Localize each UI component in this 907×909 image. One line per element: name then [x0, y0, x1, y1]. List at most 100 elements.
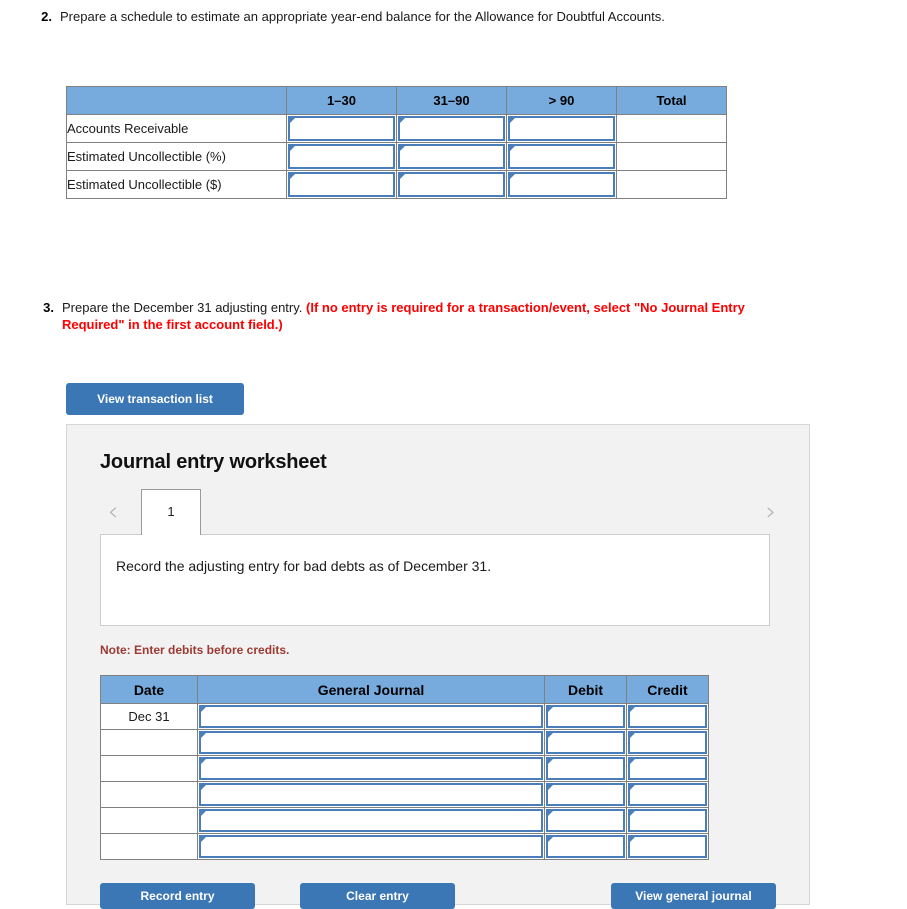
clear-entry-button[interactable]: Clear entry	[300, 883, 455, 909]
journal-credit-input[interactable]	[626, 781, 709, 808]
aging-row-label-estimated-uncollectible-pct: Estimated Uncollectible (%)	[66, 142, 287, 171]
chevron-right-icon[interactable]: ›	[758, 498, 784, 526]
input-box[interactable]	[546, 705, 625, 728]
input-box[interactable]	[199, 731, 543, 754]
table-row	[100, 833, 709, 860]
input-box[interactable]	[546, 757, 625, 780]
question-3: 3. Prepare the December 31 adjusting ent…	[32, 299, 762, 333]
aging-total-ar	[616, 114, 727, 143]
journal-date-cell	[100, 807, 198, 834]
journal-date-cell	[100, 755, 198, 782]
aging-row-label-accounts-receivable: Accounts Receivable	[66, 114, 287, 143]
journal-date-cell	[100, 833, 198, 860]
journal-debit-input[interactable]	[544, 833, 627, 860]
record-entry-button[interactable]: Record entry	[100, 883, 255, 909]
input-box[interactable]	[288, 116, 395, 141]
view-general-journal-button[interactable]: View general journal	[611, 883, 776, 909]
worksheet-instruction-text: Record the adjusting entry for bad debts…	[116, 558, 492, 574]
journal-entry-worksheet-panel: Journal entry worksheet ‹ 1 › Record the…	[66, 424, 810, 909]
journal-date-cell	[100, 781, 198, 808]
worksheet-tab-strip: ‹ 1 ›	[100, 489, 784, 535]
aging-header-31-90: 31–90	[396, 86, 507, 115]
aging-total-dollars	[616, 170, 727, 199]
table-row: Dec 31	[100, 703, 709, 730]
table-row	[100, 781, 709, 808]
input-box[interactable]	[628, 757, 707, 780]
table-row	[100, 807, 709, 834]
input-box[interactable]	[398, 116, 505, 141]
journal-credit-input[interactable]	[626, 807, 709, 834]
worksheet-tab-1[interactable]: 1	[141, 489, 201, 535]
input-box[interactable]	[199, 705, 543, 728]
journal-credit-input[interactable]	[626, 833, 709, 860]
input-box[interactable]	[628, 705, 707, 728]
general-journal-table: Date General Journal Debit Credit Dec 31	[100, 675, 709, 860]
journal-account-input[interactable]	[197, 833, 545, 860]
input-box[interactable]	[398, 172, 505, 197]
journal-credit-input[interactable]	[626, 755, 709, 782]
aging-input-dollars-over-90[interactable]	[506, 170, 617, 199]
view-transaction-list-button[interactable]: View transaction list	[66, 383, 244, 415]
input-box[interactable]	[628, 835, 707, 858]
journal-header-date: Date	[100, 675, 198, 704]
aging-input-pct-1-30[interactable]	[286, 142, 397, 171]
input-box[interactable]	[628, 783, 707, 806]
aging-input-pct-31-90[interactable]	[396, 142, 507, 171]
aging-input-dollars-31-90[interactable]	[396, 170, 507, 199]
question-3-text: Prepare the December 31 adjusting entry.…	[62, 299, 762, 333]
aging-input-pct-over-90[interactable]	[506, 142, 617, 171]
table-row: Estimated Uncollectible ($)	[66, 170, 727, 199]
input-box[interactable]	[546, 835, 625, 858]
input-box[interactable]	[508, 116, 615, 141]
journal-debit-input[interactable]	[544, 781, 627, 808]
journal-account-input[interactable]	[197, 703, 545, 730]
journal-credit-input[interactable]	[626, 703, 709, 730]
input-box[interactable]	[546, 783, 625, 806]
question-3-number: 3.	[43, 300, 54, 315]
aging-input-ar-1-30[interactable]	[286, 114, 397, 143]
question-2: 2. Prepare a schedule to estimate an app…	[30, 8, 750, 25]
input-box[interactable]	[628, 809, 707, 832]
aging-schedule-table: 1–30 31–90 > 90 Total Accounts Receivabl…	[66, 86, 727, 199]
journal-debit-input[interactable]	[544, 807, 627, 834]
aging-header-1-30: 1–30	[286, 86, 397, 115]
aging-total-pct	[616, 142, 727, 171]
input-box[interactable]	[508, 144, 615, 169]
journal-header-general-journal: General Journal	[197, 675, 545, 704]
input-box[interactable]	[546, 731, 625, 754]
input-box[interactable]	[288, 144, 395, 169]
journal-account-input[interactable]	[197, 807, 545, 834]
journal-debit-input[interactable]	[544, 755, 627, 782]
aging-header-total: Total	[616, 86, 727, 115]
aging-header-over-90: > 90	[506, 86, 617, 115]
journal-date-cell	[100, 729, 198, 756]
aging-input-dollars-1-30[interactable]	[286, 170, 397, 199]
debits-before-credits-note: Note: Enter debits before credits.	[100, 643, 290, 657]
journal-debit-input[interactable]	[544, 703, 627, 730]
journal-account-input[interactable]	[197, 729, 545, 756]
aging-header-blank	[66, 86, 287, 115]
aging-row-label-estimated-uncollectible-dollars: Estimated Uncollectible ($)	[66, 170, 287, 199]
input-box[interactable]	[628, 731, 707, 754]
input-box[interactable]	[199, 835, 543, 858]
journal-table-header-row: Date General Journal Debit Credit	[100, 675, 709, 704]
input-box[interactable]	[199, 809, 543, 832]
aging-input-ar-over-90[interactable]	[506, 114, 617, 143]
chevron-left-icon[interactable]: ‹	[100, 498, 126, 526]
input-box[interactable]	[288, 172, 395, 197]
input-box[interactable]	[199, 757, 543, 780]
aging-input-ar-31-90[interactable]	[396, 114, 507, 143]
input-box[interactable]	[546, 809, 625, 832]
journal-account-input[interactable]	[197, 755, 545, 782]
question-3-text-plain: Prepare the December 31 adjusting entry.	[62, 300, 307, 315]
question-2-number: 2.	[41, 9, 52, 24]
journal-header-credit: Credit	[626, 675, 709, 704]
journal-account-input[interactable]	[197, 781, 545, 808]
input-box[interactable]	[398, 144, 505, 169]
input-box[interactable]	[508, 172, 615, 197]
journal-debit-input[interactable]	[544, 729, 627, 756]
input-box[interactable]	[199, 783, 543, 806]
worksheet-title: Journal entry worksheet	[100, 451, 327, 473]
table-row: Estimated Uncollectible (%)	[66, 142, 727, 171]
journal-credit-input[interactable]	[626, 729, 709, 756]
